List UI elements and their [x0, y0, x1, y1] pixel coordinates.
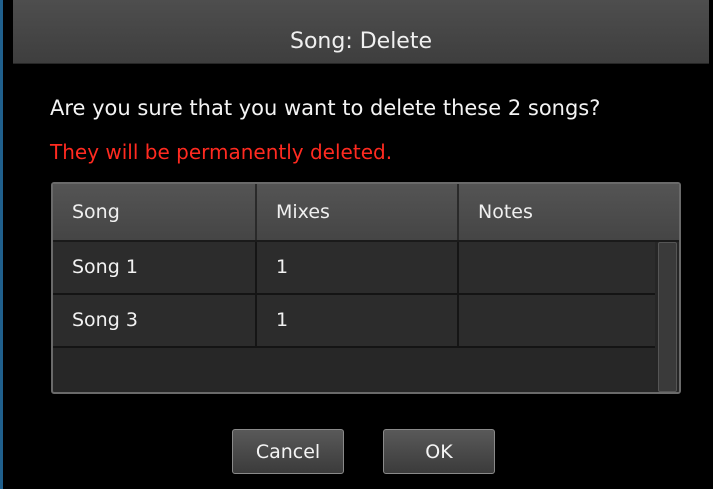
scrollbar-thumb[interactable]: [658, 242, 677, 392]
column-header-song[interactable]: Song: [53, 184, 257, 240]
table-row[interactable]: Song 1 1: [53, 242, 655, 295]
song-cell: Song 1: [53, 242, 257, 293]
ok-button[interactable]: OK: [383, 429, 495, 474]
songs-table: Song Mixes Notes Song 1 1 Song 3 1: [51, 182, 681, 394]
delete-song-dialog: Song: Delete Are you sure that you want …: [3, 0, 713, 489]
dialog-title: Song: Delete: [289, 29, 433, 54]
dialog-titlebar: Song: Delete: [13, 0, 709, 64]
mixes-cell: 1: [257, 242, 459, 293]
cancel-button[interactable]: Cancel: [232, 429, 344, 474]
table-row[interactable]: Song 3 1: [53, 295, 655, 348]
table-body: Song 1 1 Song 3 1: [53, 242, 655, 348]
column-header-mixes[interactable]: Mixes: [257, 184, 459, 240]
mixes-cell: 1: [257, 295, 459, 346]
notes-cell: [459, 242, 655, 293]
table-scrollbar[interactable]: [655, 242, 679, 392]
notes-cell: [459, 295, 655, 346]
song-cell: Song 3: [53, 295, 257, 346]
confirmation-question: Are you sure that you want to delete the…: [50, 96, 601, 120]
permanent-delete-warning: They will be permanently deleted.: [50, 140, 393, 164]
table-header: Song Mixes Notes: [53, 184, 679, 242]
column-header-notes[interactable]: Notes: [459, 184, 679, 240]
